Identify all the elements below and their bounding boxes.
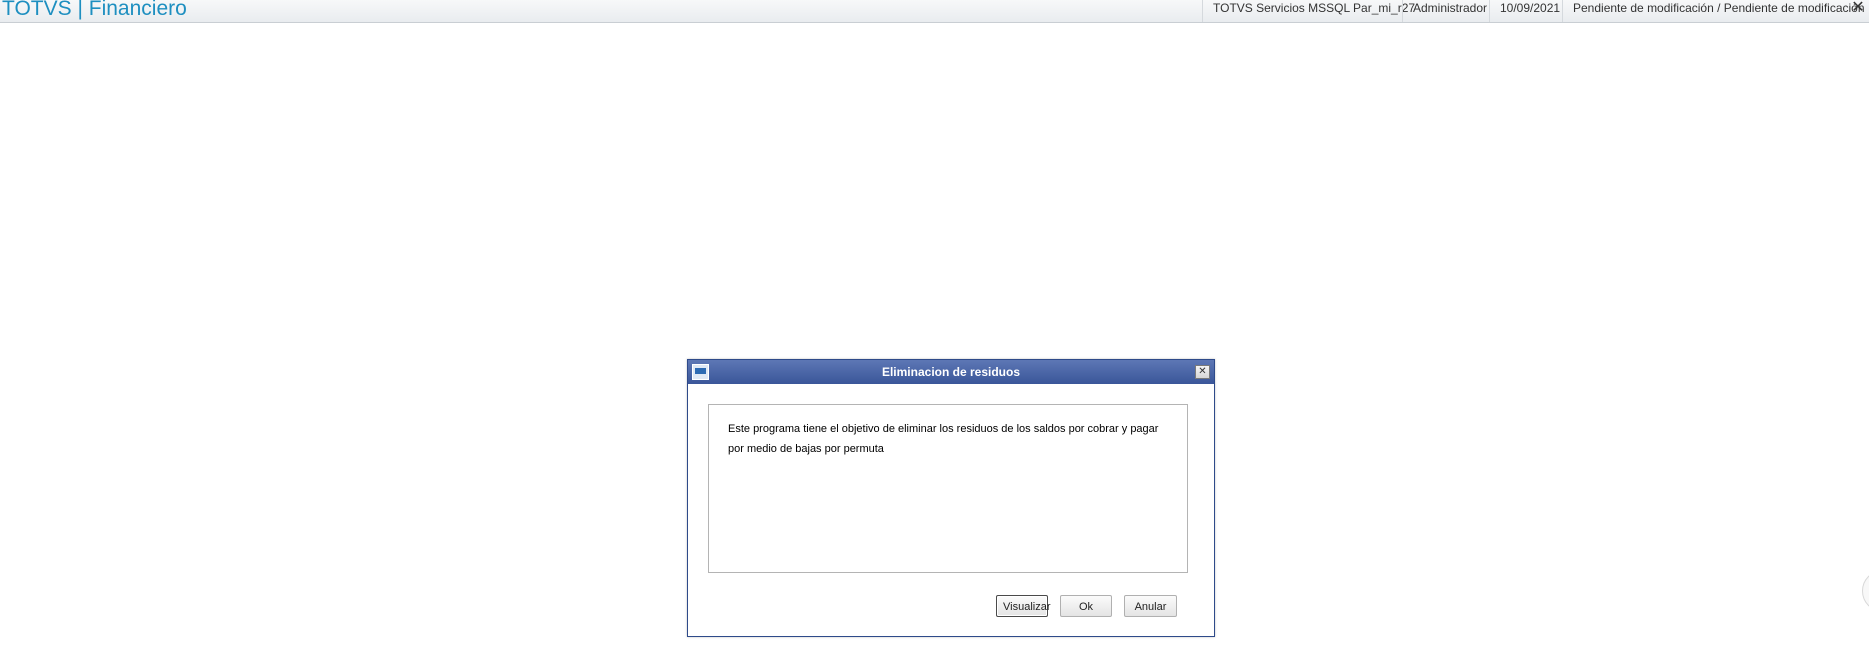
dialog-eliminacion-residuos: Eliminacion de residuos ✕ Este programa … [687, 359, 1215, 637]
message-line-2: por medio de bajas por permuta [728, 443, 884, 455]
dialog-close-button[interactable]: ✕ [1195, 365, 1210, 379]
app-title: TOTVS | Financiero [2, 0, 187, 20]
user-label[interactable]: Administrador [1402, 0, 1487, 22]
date-label: 10/09/2021 [1489, 0, 1560, 22]
side-widget[interactable] [1862, 570, 1869, 612]
window-icon [692, 364, 709, 380]
message-panel: Este programa tiene el objetivo de elimi… [708, 404, 1188, 573]
message-text: Este programa tiene el objetivo de elimi… [728, 419, 1168, 459]
message-line-1: Este programa tiene el objetivo de elimi… [728, 423, 1159, 435]
dialog-title: Eliminacion de residuos [881, 365, 1021, 379]
environment-label: TOTVS Servicios MSSQL Par_mi_r27 [1202, 0, 1415, 22]
ok-button[interactable]: Ok [1060, 595, 1112, 617]
top-bar: TOTVS | Financiero TOTVS Servicios MSSQL… [0, 0, 1869, 23]
visualizar-button[interactable]: Visualizar [996, 595, 1051, 617]
close-icon[interactable]: ✕ [1847, 0, 1869, 18]
anular-button[interactable]: Anular [1124, 595, 1177, 617]
status-label: Pendiente de modificación / Pendiente de… [1562, 0, 1865, 22]
dialog-titlebar[interactable]: Eliminacion de residuos ✕ [688, 360, 1214, 384]
